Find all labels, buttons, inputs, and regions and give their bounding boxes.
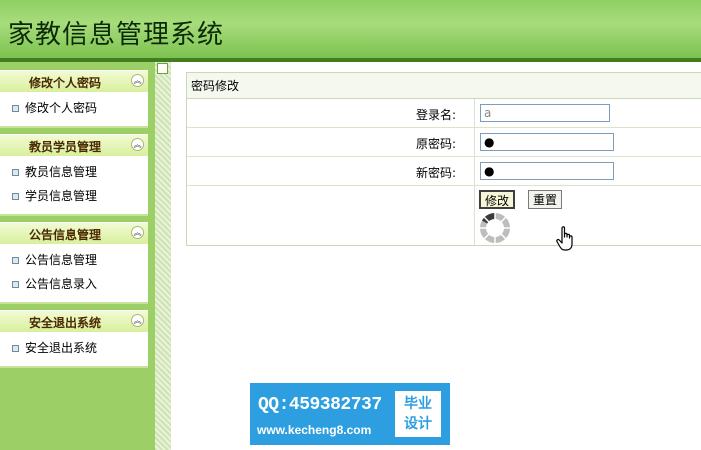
new-password-label: 新密码: [415, 166, 456, 180]
sidebar-item-announcement-add[interactable]: 公告信息录入 [0, 272, 148, 296]
sidebar-group-title: 安全退出系统 [28, 316, 101, 330]
sidebar-group-password: 修改个人密码 ︽ 修改个人密码 [0, 70, 148, 128]
sidebar-group-title: 教员学员管理 [28, 140, 101, 154]
bullet-icon [12, 345, 19, 352]
sidebar-item-teacher-info[interactable]: 教员信息管理 [0, 160, 148, 184]
sidebar-item-change-password[interactable]: 修改个人密码 [0, 96, 148, 120]
app-title: 家教信息管理系统 [8, 20, 225, 50]
old-password-input[interactable] [480, 133, 614, 151]
old-password-label: 原密码: [415, 137, 456, 151]
bullet-icon [12, 193, 19, 200]
splitter-toggle-icon[interactable] [157, 63, 168, 74]
reset-button[interactable]: 重置 [528, 190, 563, 209]
form-row-old-password: 原密码: [187, 128, 701, 157]
watermark-url: www.kecheng8.com [257, 423, 372, 437]
password-form-panel: 密码修改 登录名: 原密码: 新密码: 修改 重置 [186, 72, 701, 246]
header-bar: 家教信息管理系统 [0, 0, 701, 58]
sidebar-item-student-info[interactable]: 学员信息管理 [0, 184, 148, 208]
watermark-badge-line2: 设计 [404, 416, 432, 432]
hand-cursor-icon [556, 226, 573, 251]
panel-title: 密码修改 [187, 73, 701, 99]
collapse-up-icon[interactable]: ︽ [131, 138, 144, 151]
sidebar-group-header[interactable]: 公告信息管理 ︽ [0, 222, 148, 244]
watermark-badge: 毕业 设计 [395, 391, 441, 437]
username-input[interactable] [480, 104, 610, 122]
sidebar-group-header[interactable]: 教员学员管理 ︽ [0, 134, 148, 156]
sidebar-group-teacher-student: 教员学员管理 ︽ 教员信息管理 学员信息管理 [0, 134, 148, 216]
sidebar-group-header[interactable]: 安全退出系统 ︽ [0, 310, 148, 332]
new-password-input[interactable] [480, 162, 614, 180]
sidebar-splitter[interactable] [155, 62, 171, 450]
watermark-qq: QQ:459382737 [258, 395, 382, 415]
sidebar-group-title: 公告信息管理 [28, 228, 101, 242]
collapse-up-icon[interactable]: ︽ [131, 226, 144, 239]
bullet-icon [12, 257, 19, 264]
form-row-new-password: 新密码: [187, 157, 701, 186]
sidebar-item-logout[interactable]: 安全退出系统 [0, 336, 148, 360]
submit-button[interactable]: 修改 [479, 190, 516, 209]
username-label: 登录名: [415, 108, 456, 122]
watermark-badge-line1: 毕业 [404, 396, 432, 412]
loading-spinner-icon [480, 212, 510, 243]
bullet-icon [12, 105, 19, 112]
form-row-actions: 修改 重置 [187, 186, 701, 244]
sidebar-group-header[interactable]: 修改个人密码 ︽ [0, 70, 148, 92]
collapse-up-icon[interactable]: ︽ [131, 314, 144, 327]
watermark-banner: QQ:459382737 www.kecheng8.com 毕业 设计 [250, 383, 450, 445]
sidebar-group-announcements: 公告信息管理 ︽ 公告信息管理 公告信息录入 [0, 222, 148, 304]
bullet-icon [12, 281, 19, 288]
sidebar-item-announcement-manage[interactable]: 公告信息管理 [0, 248, 148, 272]
sidebar-group-title: 修改个人密码 [28, 76, 101, 90]
collapse-up-icon[interactable]: ︽ [131, 74, 144, 87]
sidebar-group-logout: 安全退出系统 ︽ 安全退出系统 [0, 310, 148, 368]
bullet-icon [12, 169, 19, 176]
form-row-username: 登录名: [187, 99, 701, 128]
